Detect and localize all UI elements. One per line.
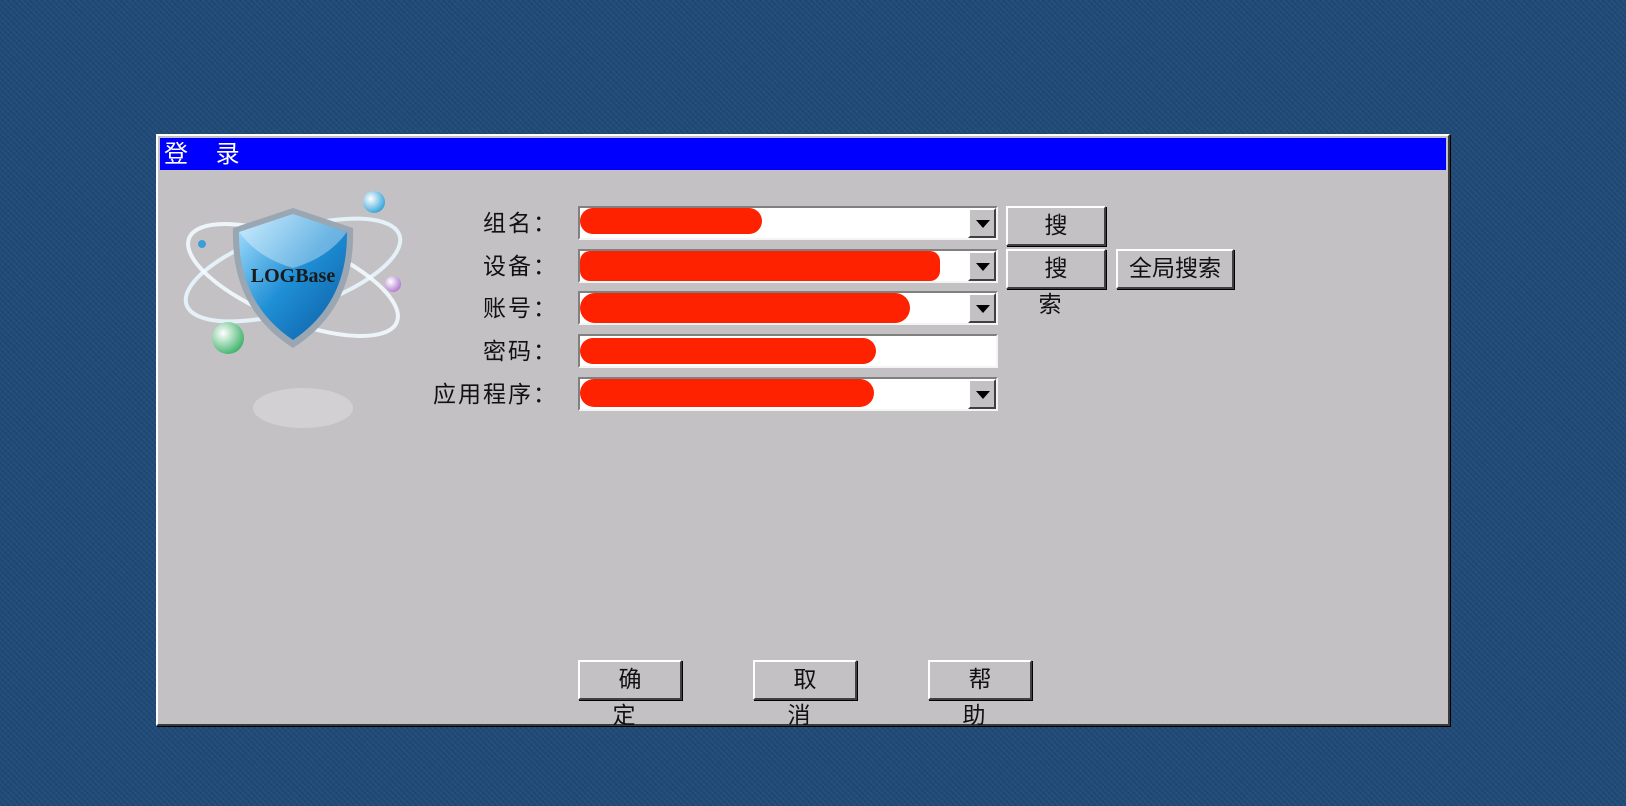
logo-text: LOGBase bbox=[251, 265, 336, 287]
redaction-mark bbox=[580, 208, 762, 234]
group-select[interactable] bbox=[578, 206, 998, 240]
account-label: 账号： bbox=[483, 296, 558, 322]
redaction-mark bbox=[580, 379, 874, 407]
device-dropdown-button[interactable] bbox=[968, 251, 996, 281]
password-field[interactable] bbox=[578, 334, 998, 368]
dialog-title: 登 录 bbox=[160, 138, 1446, 170]
account-dropdown-button[interactable] bbox=[968, 293, 996, 323]
app-select[interactable] bbox=[578, 377, 998, 411]
ok-button[interactable]: 确 定 bbox=[578, 660, 682, 729]
global-search-button[interactable]: 全局搜索 bbox=[1116, 249, 1234, 289]
group-label: 组名： bbox=[483, 211, 558, 237]
cancel-button[interactable]: 取 消 bbox=[753, 660, 857, 729]
app-dropdown-button[interactable] bbox=[968, 379, 996, 409]
device-label: 设备： bbox=[483, 254, 558, 280]
password-label: 密码： bbox=[483, 339, 558, 365]
search-group-button[interactable]: 搜 索 bbox=[1006, 206, 1106, 275]
redaction-mark bbox=[580, 293, 910, 323]
group-dropdown-button[interactable] bbox=[968, 208, 996, 238]
search-device-button[interactable]: 搜 索 bbox=[1006, 249, 1106, 318]
redaction-mark bbox=[580, 251, 940, 281]
login-dialog: 登 录 LOGBase 组名： 搜 设备： 搜 索 全局搜索 账号： 密码： 应… bbox=[156, 134, 1450, 729]
redaction-mark bbox=[580, 338, 876, 364]
account-select[interactable] bbox=[578, 291, 998, 325]
help-button[interactable]: 帮 助 bbox=[928, 660, 1032, 729]
device-select[interactable] bbox=[578, 249, 998, 283]
app-label: 应用程序： bbox=[433, 382, 558, 408]
